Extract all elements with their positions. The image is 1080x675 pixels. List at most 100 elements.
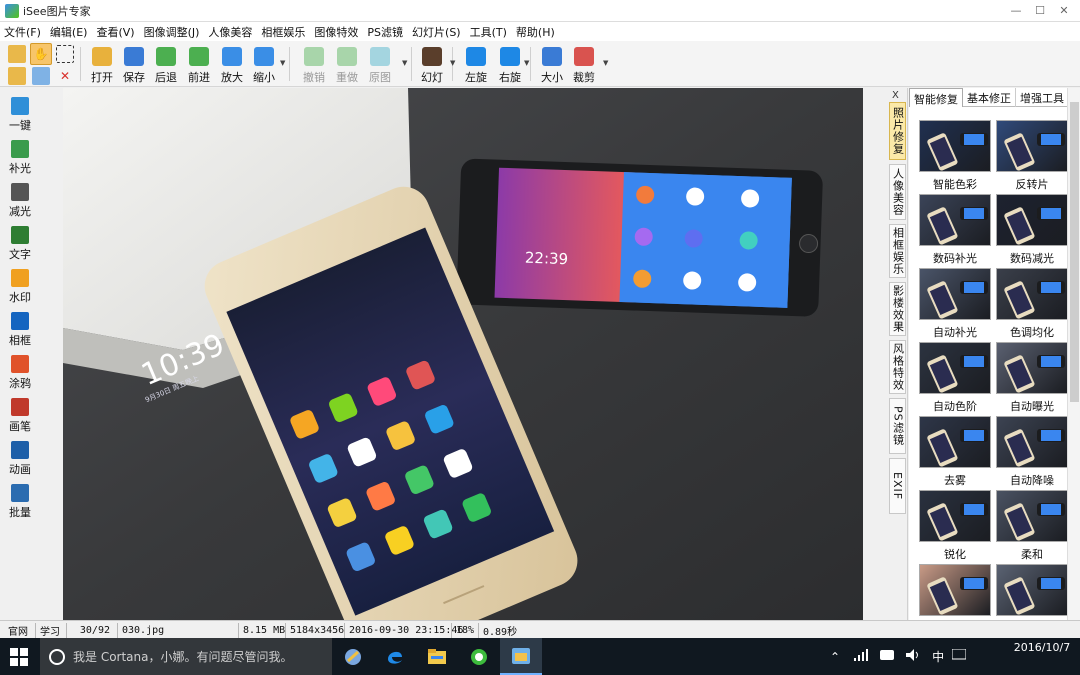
menu-item[interactable]: 文件(F) bbox=[4, 24, 41, 40]
toolbar-button[interactable]: 撤销 bbox=[298, 45, 330, 85]
effect-preview-image bbox=[996, 120, 1068, 172]
left-tool-button[interactable]: 补光 bbox=[0, 136, 40, 178]
file-explorer-icon[interactable] bbox=[416, 638, 458, 675]
toolbar-button[interactable]: 幻灯 bbox=[416, 45, 448, 85]
side-tab[interactable]: 风格特效 bbox=[889, 340, 906, 394]
maximize-icon[interactable]: ☐ bbox=[1028, 2, 1052, 18]
browser-360-icon[interactable] bbox=[458, 638, 500, 675]
learn-button[interactable]: 学习 bbox=[35, 623, 65, 638]
panel-tab[interactable]: 基本修正 bbox=[963, 88, 1016, 107]
clock-date: 2016/10/7 bbox=[1013, 641, 1071, 654]
toolbar-button-label: 前进 bbox=[188, 71, 210, 84]
windows-start-icon[interactable] bbox=[10, 648, 28, 666]
edge-icon[interactable] bbox=[374, 638, 416, 675]
effects-panel: 智能修复 基本修正 增强工具 智能色彩 反转片 数码补光 数码减光 自动补光 色调均化 自动色阶… bbox=[909, 88, 1069, 620]
close-panel-icon[interactable]: X bbox=[892, 90, 899, 101]
hand-icon[interactable]: ✋ bbox=[30, 43, 52, 65]
taskbar-clock[interactable]: 2016/10/7 bbox=[1010, 640, 1074, 656]
isee-pin-icon[interactable] bbox=[332, 638, 374, 675]
left-tool-button[interactable]: 减光 bbox=[0, 179, 40, 221]
effect-preview-image bbox=[996, 416, 1068, 468]
panel-tab[interactable]: 增强工具 bbox=[1016, 88, 1069, 107]
cortana-search[interactable]: 我是 Cortana，小娜。有问题尽管问我。 bbox=[40, 638, 332, 675]
watermark-icon bbox=[11, 269, 29, 287]
effect-preview-image bbox=[919, 194, 991, 246]
left-tool-button[interactable]: 涂鸦 bbox=[0, 351, 40, 393]
fullscreen-icon[interactable] bbox=[32, 67, 50, 85]
tray-app-icon[interactable] bbox=[880, 649, 895, 664]
toolbar-button[interactable]: 后退 bbox=[150, 45, 182, 85]
menu-item[interactable]: 图像特效 bbox=[314, 24, 358, 40]
toolbar-separator bbox=[289, 47, 290, 81]
toolbar-button[interactable]: 裁剪 bbox=[568, 45, 600, 85]
toolbar-button[interactable]: 缩小 bbox=[248, 45, 280, 85]
select-rect-icon[interactable] bbox=[56, 45, 74, 63]
official-site-button[interactable]: 官网 bbox=[4, 623, 34, 638]
image-canvas[interactable]: 22:39 10:39 9月30日 周五晚上 bbox=[63, 88, 863, 620]
back-image-icon bbox=[156, 47, 176, 66]
side-tab[interactable]: 影楼效果 bbox=[889, 282, 906, 336]
toolbar-button[interactable]: 重做 bbox=[331, 45, 363, 85]
left-tool-label: 相框 bbox=[9, 334, 31, 347]
effect-preview-image bbox=[996, 490, 1068, 542]
menu-item[interactable]: 人像美容 bbox=[208, 24, 252, 40]
left-tool-button[interactable]: 动画 bbox=[0, 437, 40, 479]
window-controls: — ☐ ✕ bbox=[1004, 2, 1076, 18]
menu-item[interactable]: PS滤镜 bbox=[367, 24, 403, 40]
toolbar-button-label: 原图 bbox=[369, 71, 391, 84]
left-tool-button[interactable]: 水印 bbox=[0, 265, 40, 307]
close-icon[interactable]: ✕ bbox=[1052, 2, 1076, 18]
scrollbar-thumb[interactable] bbox=[1070, 102, 1079, 402]
browse-folder-icon[interactable] bbox=[8, 45, 26, 63]
network-icon[interactable] bbox=[854, 649, 869, 664]
menu-item[interactable]: 工具(T) bbox=[470, 24, 507, 40]
left-tool-button[interactable]: 文字 bbox=[0, 222, 40, 264]
left-tool-button[interactable]: 相框 bbox=[0, 308, 40, 350]
side-tab[interactable]: EXIF bbox=[889, 458, 906, 514]
menu-item[interactable]: 相框娱乐 bbox=[261, 24, 305, 40]
input-method-indicator[interactable]: 中 bbox=[932, 648, 944, 665]
menu-item[interactable]: 图像调整(J) bbox=[144, 24, 200, 40]
toolbar-button[interactable]: 左旋 bbox=[460, 45, 492, 85]
panel-tab[interactable]: 智能修复 bbox=[909, 88, 963, 107]
side-tab[interactable]: PS滤镜 bbox=[889, 398, 906, 454]
reduce-light-icon bbox=[11, 183, 29, 201]
isee-taskbar-icon[interactable] bbox=[500, 638, 542, 675]
save-icon bbox=[124, 47, 144, 66]
side-tab[interactable]: 照片修复 bbox=[889, 102, 906, 160]
panel-scrollbar[interactable] bbox=[1067, 88, 1080, 620]
volume-icon[interactable] bbox=[906, 649, 920, 664]
side-tab[interactable]: 人像美容 bbox=[889, 164, 906, 220]
menu-item[interactable]: 帮助(H) bbox=[516, 24, 555, 40]
toolbar-button[interactable]: 前进 bbox=[183, 45, 215, 85]
toolbar-button[interactable]: 原图 bbox=[364, 45, 396, 85]
left-tool-button[interactable]: 一键 bbox=[0, 93, 40, 135]
menu-item[interactable]: 编辑(E) bbox=[50, 24, 88, 40]
effect-label: 自动曝光 bbox=[1010, 400, 1054, 413]
dropdown-arrow-icon[interactable]: ▼ bbox=[280, 59, 285, 67]
tray-expand-icon[interactable]: ⌃ bbox=[830, 650, 840, 664]
left-tool-button[interactable]: 画笔 bbox=[0, 394, 40, 436]
toolbar: ✋ ✕ ▼ ▼ ▼ ▼ ▼ 打开 保存 后退 前进 放大 缩小 撤销 重做 原图 幻灯 左旋 右旋 大小 裁剪 bbox=[0, 41, 1080, 87]
menu-item[interactable]: 查看(V) bbox=[96, 24, 134, 40]
original-icon bbox=[370, 47, 390, 66]
effect-preview-image bbox=[996, 194, 1068, 246]
side-tab[interactable]: 相框娱乐 bbox=[889, 224, 906, 278]
minimize-icon[interactable]: — bbox=[1004, 2, 1028, 18]
toolbar-button[interactable]: 放大 bbox=[216, 45, 248, 85]
left-tool-button[interactable]: 批量 bbox=[0, 480, 40, 522]
menu-item[interactable]: 幻灯片(S) bbox=[412, 24, 461, 40]
toolbar-button[interactable]: 保存 bbox=[118, 45, 150, 85]
panel-tabs: 智能修复 基本修正 增强工具 bbox=[909, 88, 1069, 107]
thumbnail-view-icon[interactable] bbox=[8, 67, 26, 85]
notification-icon[interactable] bbox=[951, 648, 967, 664]
dropdown-arrow-icon[interactable]: ▼ bbox=[450, 59, 455, 67]
toolbar-button[interactable]: 大小 bbox=[536, 45, 568, 85]
dropdown-arrow-icon[interactable]: ▼ bbox=[402, 59, 407, 67]
menu-bar: 文件(F) 编辑(E) 查看(V) 图像调整(J) 人像美容 相框娱乐 图像特效 PS滤镜 幻灯… bbox=[0, 22, 1080, 41]
delete-icon[interactable]: ✕ bbox=[56, 67, 74, 85]
effect-preview-image bbox=[919, 564, 991, 616]
dropdown-arrow-icon[interactable]: ▼ bbox=[603, 59, 608, 67]
toolbar-button[interactable]: 打开 bbox=[86, 45, 118, 85]
toolbar-button[interactable]: 右旋 bbox=[494, 45, 526, 85]
